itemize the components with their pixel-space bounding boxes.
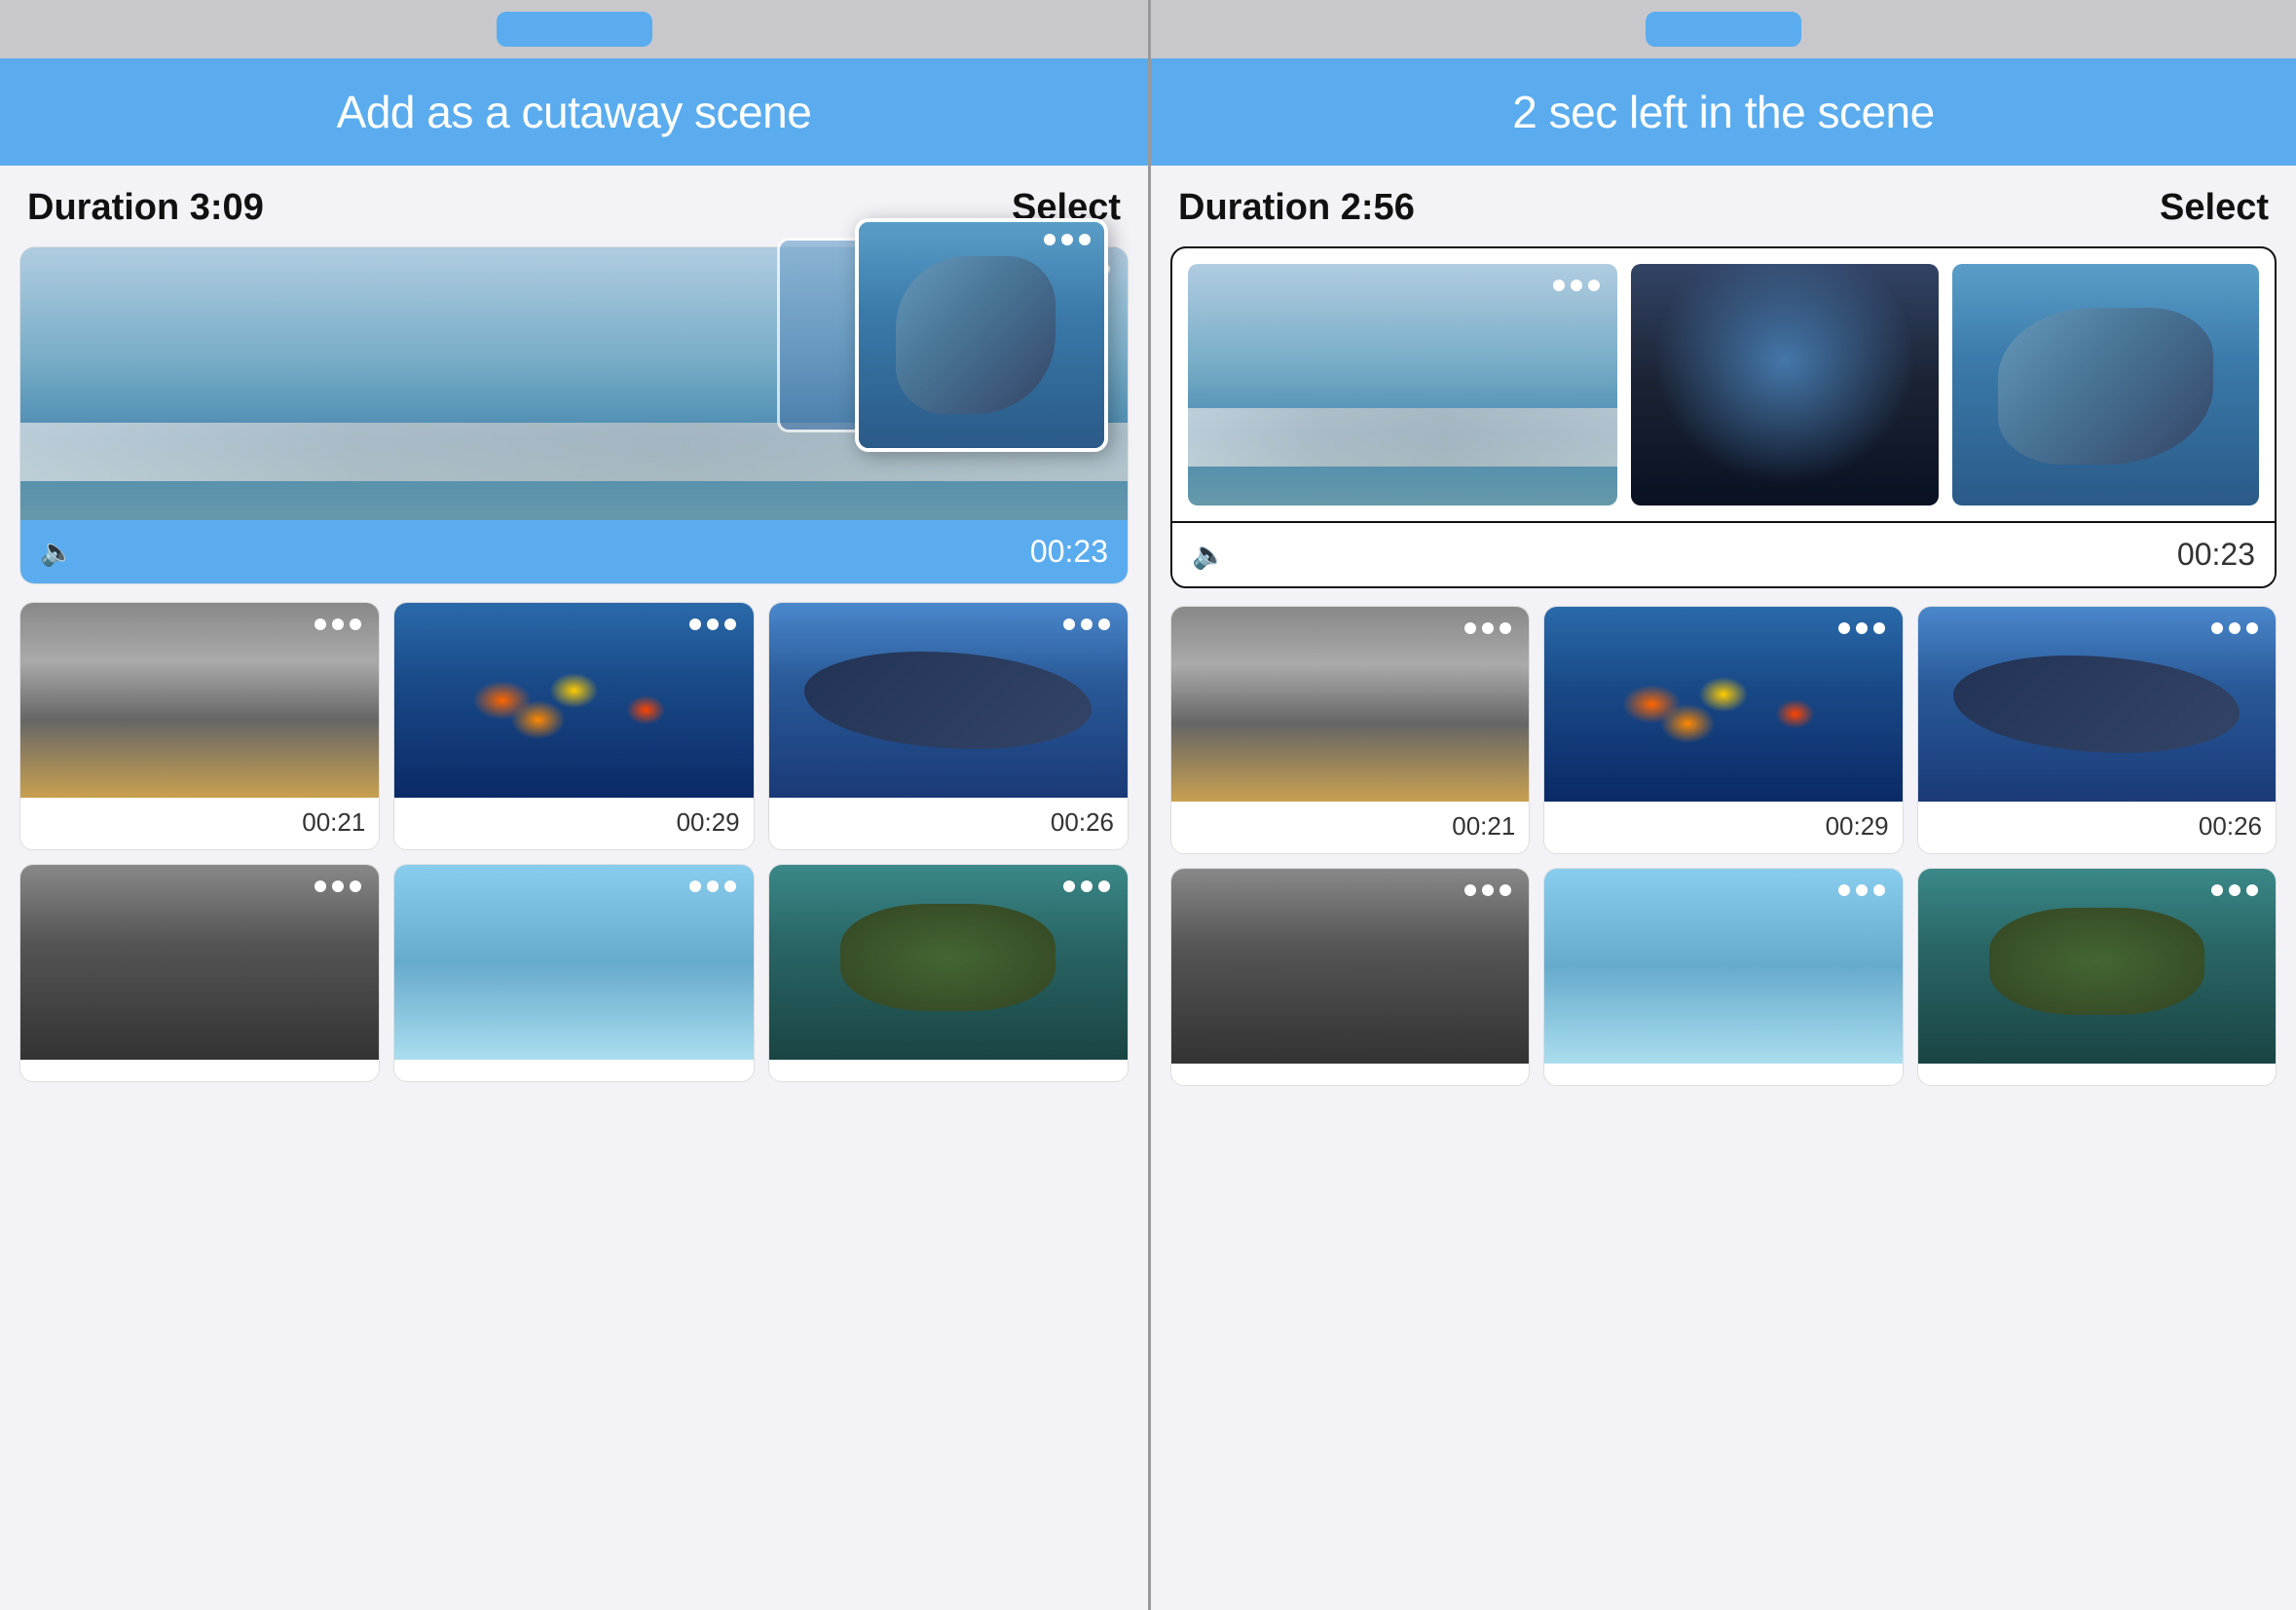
right-grid-item-1[interactable]: 00:29 (1543, 606, 1903, 854)
left-speaker-icon: 🔈 (40, 536, 74, 568)
fdot2 (1061, 234, 1073, 245)
rg1-dots (1838, 622, 1885, 634)
right-grid-item-4[interactable] (1543, 868, 1903, 1086)
right-grid-time-3 (1171, 1064, 1529, 1085)
left-grid-item-2[interactable]: 00:26 (768, 602, 1129, 850)
right-whale-shape (1953, 655, 2240, 753)
left-featured-footer: 🔈 00:23 (20, 520, 1128, 583)
left-header-title: Add as a cutaway scene (19, 86, 1129, 138)
g4-dots (689, 880, 736, 892)
g1-dots (689, 618, 736, 630)
left-grid-item-1[interactable]: 00:29 (393, 602, 754, 850)
right-grid-time-5 (1918, 1064, 2276, 1085)
right-select-button[interactable]: Select (2160, 187, 2269, 229)
left-floating-inner (859, 222, 1104, 448)
g3-dots (315, 880, 361, 892)
left-thumb-3 (20, 865, 379, 1060)
right-grid-item-0[interactable]: 00:21 (1170, 606, 1530, 854)
right-grid-item-2[interactable]: 00:26 (1917, 606, 2277, 854)
left-grid-time-1: 00:29 (394, 798, 753, 849)
whale-shape (804, 652, 1092, 749)
left-featured-time: 00:23 (1030, 534, 1108, 570)
right-grid-item-3[interactable] (1170, 868, 1530, 1086)
right-grid-row1: 00:21 00:29 (1170, 606, 2277, 854)
g0-dots (315, 618, 361, 630)
right-main-dots (1553, 280, 1600, 291)
left-grid-item-4[interactable] (393, 864, 754, 1082)
left-duration: Duration 3:09 (27, 187, 264, 229)
left-thumb-2 (769, 603, 1128, 798)
right-thumb-1 (1544, 607, 1902, 802)
g5-dots (1063, 880, 1110, 892)
left-header-banner: Add as a cutaway scene (0, 58, 1148, 166)
right-duration: Duration 2:56 (1178, 187, 1415, 229)
left-top-bar (0, 0, 1148, 58)
right-grid-item-5[interactable] (1917, 868, 2277, 1086)
right-thumb-2 (1918, 607, 2276, 802)
right-grid-time-4 (1544, 1064, 1902, 1085)
right-top-bar (1151, 0, 2296, 58)
fdot3 (1079, 234, 1091, 245)
rg3-dots (1464, 884, 1511, 896)
left-grid-item-0[interactable]: 00:21 (19, 602, 380, 850)
left-grid-time-2: 00:26 (769, 798, 1128, 849)
left-thumb-0 (20, 603, 379, 798)
rg4-dots (1838, 884, 1885, 896)
right-header-banner: 2 sec left in the scene (1151, 58, 2296, 166)
left-panel: Add as a cutaway scene Duration 3:09 Sel… (0, 0, 1148, 1610)
left-thumb-4 (394, 865, 753, 1060)
right-dolphin-shape (1998, 308, 2213, 465)
fish-colors (394, 603, 753, 798)
rg2-dots (2211, 622, 2258, 634)
left-grid-time-4 (394, 1060, 753, 1081)
dolphin-shape (896, 256, 1055, 414)
right-duration-row: Duration 2:56 Select (1151, 166, 2296, 246)
right-featured-main (1172, 248, 2275, 521)
fdot1 (1044, 234, 1055, 245)
left-grid-item-5[interactable] (768, 864, 1129, 1082)
left-grid-item-3[interactable] (19, 864, 380, 1082)
right-panel: 2 sec left in the scene Duration 2:56 Se… (1148, 0, 2296, 1610)
right-thumb-4 (1544, 869, 1902, 1064)
left-grid-row2 (19, 864, 1129, 1082)
turtle-shape (840, 904, 1055, 1011)
right-thumb-dark (1631, 264, 1938, 505)
right-header-title: 2 sec left in the scene (1170, 86, 2277, 138)
right-main-thumb (1188, 264, 1617, 505)
right-grid-section: 00:21 00:29 (1151, 606, 2296, 1610)
right-fish-colors (1544, 607, 1902, 802)
rg0-dots (1464, 622, 1511, 634)
right-grid-time-1: 00:29 (1544, 802, 1902, 853)
left-featured-clip[interactable]: 🔈 00:23 (19, 246, 1129, 584)
right-grid-time-0: 00:21 (1171, 802, 1529, 853)
right-featured-clip[interactable]: 🔈 00:23 (1170, 246, 2277, 588)
g2-dots (1063, 618, 1110, 630)
left-top-bar-button[interactable] (497, 12, 652, 47)
left-thumb-1 (394, 603, 753, 798)
right-grid-time-2: 00:26 (1918, 802, 2276, 853)
left-grid-section: 00:21 00:29 (0, 602, 1148, 1610)
right-thumb-5 (1918, 869, 2276, 1064)
right-thumb-dolphin (1952, 264, 2259, 505)
right-top-bar-button[interactable] (1646, 12, 1801, 47)
right-featured-time: 00:23 (2177, 537, 2255, 573)
rg5-dots (2211, 884, 2258, 896)
left-grid-time-0: 00:21 (20, 798, 379, 849)
left-grid-time-3 (20, 1060, 379, 1081)
left-floating-card[interactable] (855, 218, 1108, 452)
left-thumb-5 (769, 865, 1128, 1060)
right-grid-row2 (1170, 868, 2277, 1086)
right-thumb-3 (1171, 869, 1529, 1064)
floating-dots (1044, 234, 1091, 245)
right-featured-footer: 🔈 00:23 (1172, 521, 2275, 586)
left-grid-time-5 (769, 1060, 1128, 1081)
left-grid-row1: 00:21 00:29 (19, 602, 1129, 850)
right-turtle-shape (1989, 908, 2203, 1015)
right-thumb-0 (1171, 607, 1529, 802)
right-speaker-icon: 🔈 (1192, 539, 1226, 571)
